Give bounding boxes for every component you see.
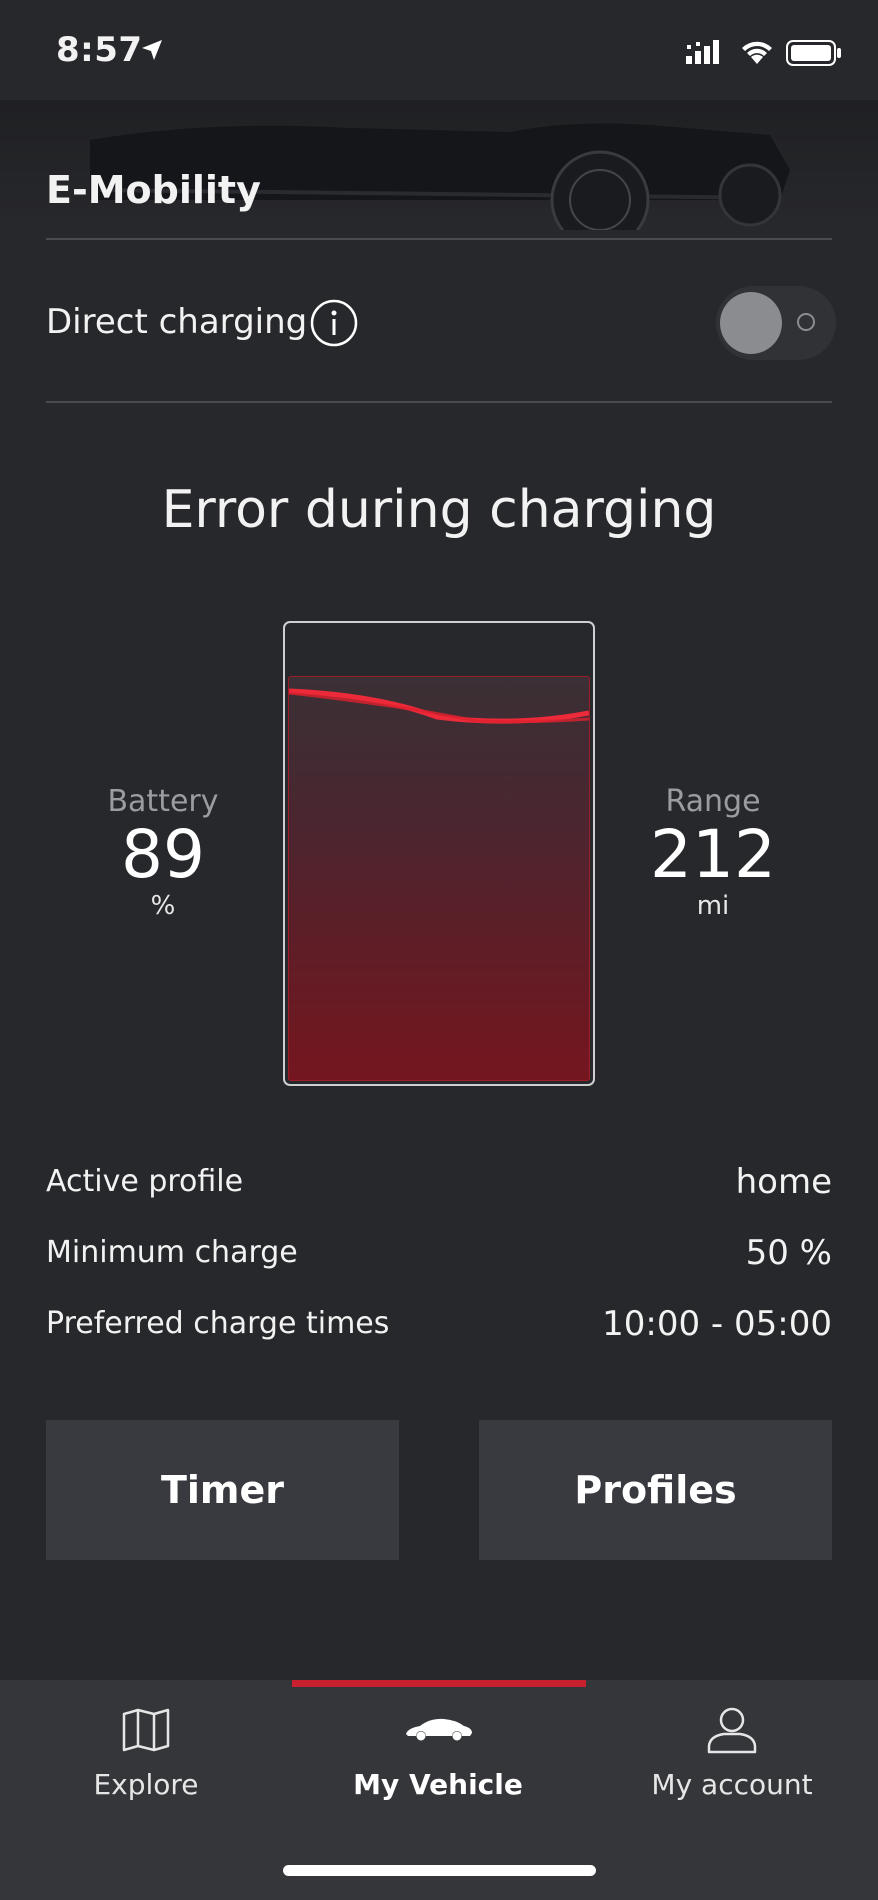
car-icon bbox=[406, 1718, 472, 1741]
charge-wave bbox=[289, 688, 589, 724]
minimum-charge-row: Minimum charge 50 % bbox=[46, 1233, 832, 1279]
cellular-signal-icon bbox=[686, 40, 719, 64]
charging-status-text: Error during charging bbox=[161, 480, 717, 540]
info-key: Minimum charge bbox=[46, 1235, 298, 1270]
active-profile-row: Active profile home bbox=[46, 1162, 832, 1208]
info-value: 10:00 - 05:00 bbox=[602, 1304, 832, 1344]
home-indicator bbox=[283, 1865, 596, 1876]
info-value: 50 % bbox=[745, 1233, 832, 1273]
preferred-times-row: Preferred charge times 10:00 - 05:00 bbox=[46, 1304, 832, 1350]
info-value: home bbox=[735, 1162, 832, 1202]
status-time: 8:57 bbox=[56, 30, 143, 70]
toggle-knob bbox=[720, 292, 782, 354]
profiles-button[interactable]: Profiles bbox=[479, 1420, 832, 1560]
battery-value: 89 bbox=[121, 816, 205, 893]
range-label: Range bbox=[665, 784, 761, 819]
toggle-off-indicator bbox=[797, 313, 815, 331]
direct-charging-label: Direct charging bbox=[46, 302, 308, 342]
tab-label: My Vehicle bbox=[353, 1768, 523, 1801]
timer-button[interactable]: Timer bbox=[46, 1420, 399, 1560]
map-icon bbox=[122, 1708, 170, 1752]
battery-label: Battery bbox=[107, 784, 219, 819]
location-arrow-icon bbox=[142, 40, 162, 60]
battery-level-fill bbox=[288, 676, 590, 1081]
info-icon[interactable] bbox=[310, 299, 358, 347]
tab-my-vehicle[interactable]: My Vehicle bbox=[292, 1680, 584, 1840]
info-key: Active profile bbox=[46, 1164, 244, 1199]
info-key: Preferred charge times bbox=[46, 1306, 390, 1341]
page-title: E-Mobility bbox=[46, 168, 261, 212]
range-stat: Range 212 mi bbox=[613, 784, 813, 921]
direct-charging-toggle[interactable] bbox=[716, 286, 836, 360]
battery-unit: % bbox=[150, 891, 176, 921]
wifi-icon bbox=[742, 41, 772, 64]
divider bbox=[46, 401, 832, 403]
divider bbox=[46, 238, 832, 240]
battery-gauge bbox=[283, 621, 595, 1086]
tab-label: Explore bbox=[93, 1768, 199, 1801]
user-icon bbox=[707, 1707, 757, 1754]
battery-icon bbox=[786, 40, 841, 66]
battery-stat: Battery 89 % bbox=[63, 784, 263, 921]
tab-my-account[interactable]: My account bbox=[586, 1680, 878, 1840]
tab-explore[interactable]: Explore bbox=[0, 1680, 292, 1840]
range-value: 212 bbox=[650, 816, 776, 893]
tab-label: My account bbox=[651, 1768, 813, 1801]
status-bar: 8:57 bbox=[0, 0, 878, 100]
range-unit: mi bbox=[696, 891, 730, 921]
